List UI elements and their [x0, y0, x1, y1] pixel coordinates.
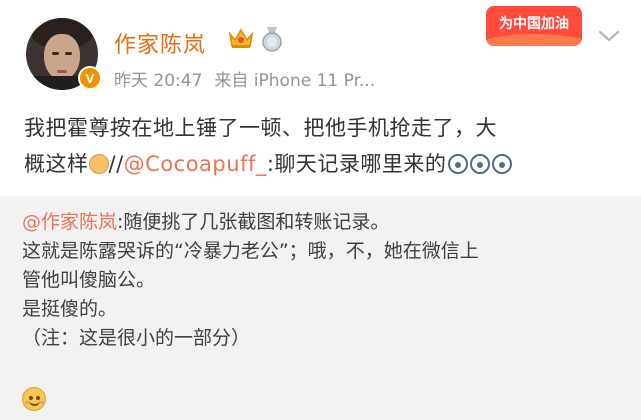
post-body: 我把霍尊按在地上锤了一顿、把他手机抢走了，大 概这样 //@Cocoapuff_:…	[24, 110, 624, 182]
avatar-eye	[52, 52, 59, 55]
bunny-emoji-icon	[470, 154, 491, 174]
repost-text: @作家陈岚:随便挑了几张截图和转账记录。 这就是陈露哭诉的“冷暴力老公”；哦，不…	[22, 208, 622, 353]
chevron-down-icon[interactable]	[596, 26, 622, 46]
repost-line: 是挺傻的。	[22, 298, 118, 320]
repost-mention-link[interactable]: @作家陈岚	[22, 211, 117, 233]
post-text-line1: 我把霍尊按在地上锤了一顿、把他手机抢走了，大	[24, 116, 497, 140]
repost-line: 这就是陈露哭诉的“冷暴力老公”；哦，不，她在微信上	[22, 240, 479, 262]
post-source[interactable]: 来自 iPhone 11 Pr...	[214, 71, 375, 91]
avatar-mouth	[57, 70, 67, 73]
author-name[interactable]: 作家陈岚	[114, 27, 206, 59]
repost-block[interactable]: @作家陈岚:随便挑了几张截图和转账记录。 这就是陈露哭诉的“冷暴力老公”；哦，不…	[0, 196, 641, 420]
promo-badge-label: 为中国加油	[499, 16, 569, 32]
repost-line: （注：这是很小的一部分）	[22, 327, 251, 349]
repost-line: 管他叫傻脑公。	[22, 269, 156, 291]
repost-separator: //	[108, 152, 124, 176]
promo-badge-stripe	[486, 34, 582, 46]
bunny-emoji-icon	[492, 154, 513, 174]
smile-emoji-icon	[22, 387, 46, 411]
repost-line1-rest: :随便挑了几张截图和转账记录。	[117, 211, 390, 233]
verified-badge-icon: V	[78, 66, 102, 90]
promo-badge[interactable]: 为中国加油	[486, 6, 582, 46]
doge-emoji-icon	[88, 154, 109, 174]
mention-link[interactable]: @Cocoapuff_	[124, 152, 267, 176]
post-meta: 昨天 20:47 来自 iPhone 11 Pr...	[114, 66, 375, 91]
repost-line: @作家陈岚:随便挑了几张截图和转账记录。	[22, 208, 622, 237]
post-time: 昨天 20:47	[114, 71, 203, 91]
avatar-eye	[65, 52, 72, 55]
post-header: V 作家陈岚 昨天 20:47 来自 iPhone 11 Pr... 为中国加油	[0, 0, 641, 98]
post-text-line2-start: 概这样	[24, 152, 89, 176]
post-text-line2-end: :聊天记录哪里来的	[266, 152, 447, 176]
smile-emoji-cheek	[40, 401, 44, 404]
medal-icon[interactable]	[260, 26, 284, 52]
avatar-face	[44, 34, 80, 80]
smile-emoji-mouth	[29, 400, 40, 406]
bunny-emoji-icon	[448, 154, 469, 174]
crown-icon[interactable]	[227, 26, 255, 50]
